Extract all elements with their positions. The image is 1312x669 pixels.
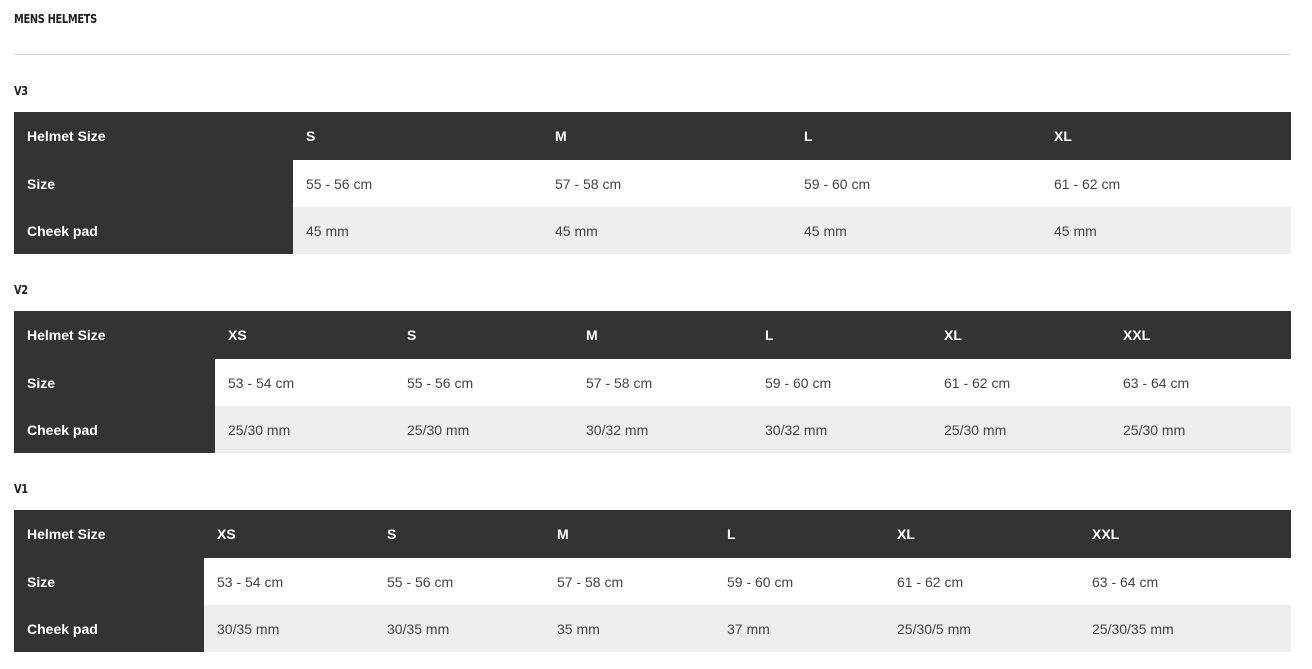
size-header: L bbox=[727, 526, 736, 542]
table-cell: 55 - 56 cm bbox=[306, 175, 373, 192]
table-cell: 25/30 mm bbox=[944, 421, 1007, 438]
header-label: Helmet Size bbox=[27, 128, 106, 144]
table-cell: 30/32 mm bbox=[765, 421, 828, 438]
table-cell: 59 - 60 cm bbox=[804, 175, 871, 192]
table-cell: 57 - 58 cm bbox=[586, 374, 653, 391]
size-header: S bbox=[306, 128, 316, 144]
table-cell: 37 mm bbox=[727, 620, 770, 637]
size-header: XS bbox=[228, 327, 247, 343]
page-title: MENS HELMETS bbox=[14, 12, 97, 26]
header-row: Helmet Size XS S M L XL XXL bbox=[14, 311, 1291, 359]
size-table-v3: Helmet Size S M L XL Size 55 - 56 cm 57 … bbox=[14, 112, 1291, 254]
table-row: Cheek pad 25/30 mm 25/30 mm 30/32 mm 30/… bbox=[14, 406, 1291, 453]
table-cell: 25/30/35 mm bbox=[1092, 620, 1174, 637]
table-cell: 45 mm bbox=[555, 222, 598, 239]
table-cell: 45 mm bbox=[804, 222, 847, 239]
table-cell: 63 - 64 cm bbox=[1123, 374, 1190, 391]
size-header: M bbox=[555, 128, 567, 144]
table-cell: 45 mm bbox=[306, 222, 349, 239]
size-table-v1: Helmet Size XS S M L XL XXL Size 53 - 54… bbox=[14, 510, 1291, 652]
row-label: Size bbox=[14, 558, 204, 605]
table-title-v1: V1 bbox=[14, 482, 28, 496]
table-cell: 45 mm bbox=[1054, 222, 1097, 239]
size-header: XL bbox=[897, 526, 915, 542]
table-cell: 61 - 62 cm bbox=[897, 573, 964, 590]
table-cell: 55 - 56 cm bbox=[407, 374, 474, 391]
size-header: XL bbox=[1054, 128, 1072, 144]
row-label: Cheek pad bbox=[14, 605, 204, 652]
table-cell: 25/30 mm bbox=[228, 421, 291, 438]
header-row: Helmet Size XS S M L XL XXL bbox=[14, 510, 1291, 558]
header-row: Helmet Size S M L XL bbox=[14, 112, 1291, 160]
size-header: M bbox=[586, 327, 598, 343]
table-row: Size 55 - 56 cm 57 - 58 cm 59 - 60 cm 61… bbox=[14, 160, 1291, 207]
table-row: Size 53 - 54 cm 55 - 56 cm 57 - 58 cm 59… bbox=[14, 558, 1291, 605]
row-label: Cheek pad bbox=[14, 207, 293, 254]
row-label: Size bbox=[14, 359, 215, 406]
table-row: Size 53 - 54 cm 55 - 56 cm 57 - 58 cm 59… bbox=[14, 359, 1291, 406]
size-header: XL bbox=[944, 327, 962, 343]
header-label: Helmet Size bbox=[27, 327, 106, 343]
table-cell: 53 - 54 cm bbox=[217, 573, 284, 590]
size-header: XXL bbox=[1092, 526, 1120, 542]
table-cell: 30/32 mm bbox=[586, 421, 649, 438]
size-table-v2: Helmet Size XS S M L XL XXL Size 53 - 54… bbox=[14, 311, 1291, 453]
size-header: S bbox=[387, 526, 397, 542]
size-header: L bbox=[804, 128, 813, 144]
table-cell: 30/35 mm bbox=[217, 620, 280, 637]
table-cell: 55 - 56 cm bbox=[387, 573, 454, 590]
table-cell: 25/30 mm bbox=[407, 421, 470, 438]
size-header: M bbox=[557, 526, 569, 542]
table-row: Cheek pad 45 mm 45 mm 45 mm 45 mm bbox=[14, 207, 1291, 254]
size-header: S bbox=[407, 327, 417, 343]
table-cell: 30/35 mm bbox=[387, 620, 450, 637]
header-label: Helmet Size bbox=[27, 526, 106, 542]
table-cell: 25/30/5 mm bbox=[897, 620, 971, 637]
size-header: XXL bbox=[1123, 327, 1151, 343]
row-label: Size bbox=[14, 160, 293, 207]
table-cell: 63 - 64 cm bbox=[1092, 573, 1159, 590]
table-cell: 25/30 mm bbox=[1123, 421, 1186, 438]
table-row: Cheek pad 30/35 mm 30/35 mm 35 mm 37 mm … bbox=[14, 605, 1291, 652]
size-header: L bbox=[765, 327, 774, 343]
table-cell: 53 - 54 cm bbox=[228, 374, 295, 391]
row-label: Cheek pad bbox=[14, 406, 215, 453]
table-title-v3: V3 bbox=[14, 84, 28, 98]
size-header: XS bbox=[217, 526, 236, 542]
table-cell: 57 - 58 cm bbox=[557, 573, 624, 590]
table-title-v2: V2 bbox=[14, 283, 28, 297]
table-cell: 61 - 62 cm bbox=[1054, 175, 1121, 192]
title-divider bbox=[14, 54, 1291, 55]
table-cell: 59 - 60 cm bbox=[765, 374, 832, 391]
table-cell: 57 - 58 cm bbox=[555, 175, 622, 192]
table-cell: 59 - 60 cm bbox=[727, 573, 794, 590]
table-cell: 61 - 62 cm bbox=[944, 374, 1011, 391]
table-cell: 35 mm bbox=[557, 620, 600, 637]
